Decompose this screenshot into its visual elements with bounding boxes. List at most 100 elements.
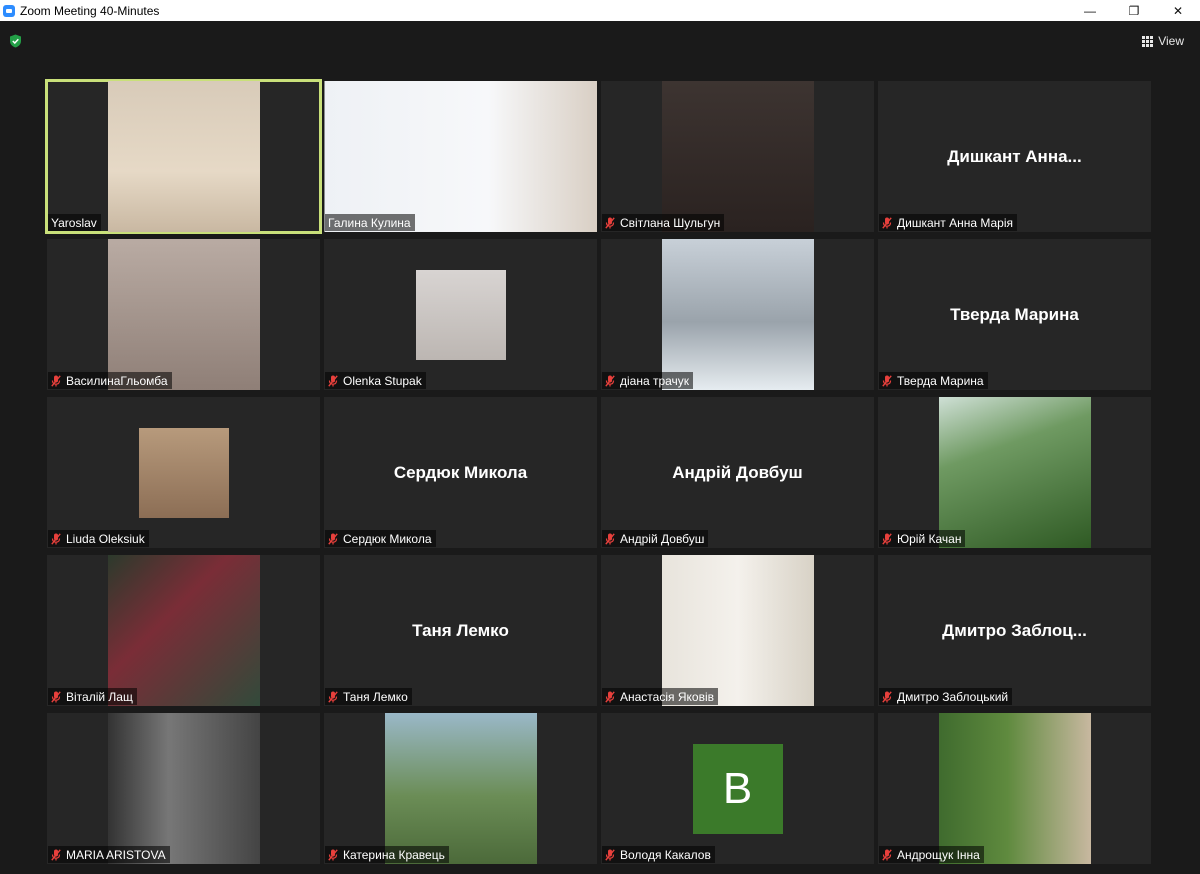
view-button-label: View xyxy=(1158,34,1184,48)
muted-mic-icon xyxy=(605,532,615,545)
participant-tile[interactable]: MARIA ARISTOVA xyxy=(47,713,320,864)
participant-name-label: Тверда Марина xyxy=(879,372,988,389)
participant-video xyxy=(661,81,814,232)
participant-name: Таня Лемко xyxy=(343,689,408,704)
participant-tile[interactable]: Дмитро Заблоц... Дмитро Заблоцький xyxy=(878,555,1151,706)
participant-tile[interactable]: Таня Лемко Таня Лемко xyxy=(324,555,597,706)
participant-name-label: Володя Какалов xyxy=(602,846,715,863)
muted-mic-icon xyxy=(882,216,892,229)
participant-name-label: Віталій Лащ xyxy=(48,688,137,705)
participant-name-label: діана трачук xyxy=(602,372,694,389)
participant-name-label: Андрій Довбуш xyxy=(602,530,709,547)
participant-name-label: MARIA ARISTOVA xyxy=(48,846,170,863)
participant-name-label: Анастасія Яковів xyxy=(602,688,718,705)
muted-mic-icon xyxy=(605,374,615,387)
minimize-button[interactable]: — xyxy=(1068,0,1112,21)
participant-video xyxy=(938,397,1091,548)
gallery-grid: Yaroslav Галина Кулина Світлана Шульгун Диш… xyxy=(45,79,1151,867)
profile-picture xyxy=(415,269,506,360)
participant-name: Дишкант Анна Марія xyxy=(897,215,1014,230)
participant-tile[interactable]: Катерина Кравець xyxy=(324,713,597,864)
close-button[interactable]: ✕ xyxy=(1156,0,1200,21)
avatar: B xyxy=(692,743,783,834)
muted-mic-icon xyxy=(328,690,338,703)
muted-mic-icon xyxy=(51,848,61,861)
participant-display-name: Дмитро Заблоц... xyxy=(942,620,1087,640)
participant-video xyxy=(107,239,260,390)
participant-video xyxy=(107,81,260,232)
participant-name-label: ВасилинаГльомба xyxy=(48,372,172,389)
participant-tile[interactable]: Андрощук Інна xyxy=(878,713,1151,864)
muted-mic-icon xyxy=(882,532,892,545)
muted-mic-icon xyxy=(51,532,61,545)
participant-name: Дмитро Заблоцький xyxy=(897,689,1009,704)
profile-picture xyxy=(138,427,229,518)
meeting-topbar: View xyxy=(0,21,1200,59)
participant-name: Сердюк Микола xyxy=(343,531,432,546)
participant-tile[interactable]: Галина Кулина xyxy=(324,81,597,232)
participant-name-label: Таня Лемко xyxy=(325,688,412,705)
participant-name: MARIA ARISTOVA xyxy=(66,847,166,862)
participant-name: Катерина Кравець xyxy=(343,847,445,862)
participant-video xyxy=(107,713,260,864)
participant-tile[interactable]: Віталій Лащ xyxy=(47,555,320,706)
participant-tile[interactable]: Yaroslav xyxy=(45,79,322,234)
participant-tile[interactable]: Дишкант Анна... Дишкант Анна Марія xyxy=(878,81,1151,232)
participant-tile[interactable]: B Володя Какалов xyxy=(601,713,874,864)
participant-name-label: Сердюк Микола xyxy=(325,530,436,547)
participant-name: Юрій Качан xyxy=(897,531,962,546)
participant-tile[interactable]: Olenka Stupak xyxy=(324,239,597,390)
participant-tile[interactable]: ВасилинаГльомба xyxy=(47,239,320,390)
participant-name: Галина Кулина xyxy=(328,215,411,230)
participant-tile[interactable]: Сердюк Микола Сердюк Микола xyxy=(324,397,597,548)
participant-name: Світлана Шульгун xyxy=(620,215,721,230)
participant-name: Андрощук Інна xyxy=(897,847,980,862)
participant-tile[interactable]: Тверда Марина Тверда Марина xyxy=(878,239,1151,390)
participant-name: Віталій Лащ xyxy=(66,689,133,704)
participant-name-label: Юрій Качан xyxy=(879,530,966,547)
gallery-grid-icon xyxy=(1142,35,1154,47)
participant-display-name: Андрій Довбуш xyxy=(672,462,803,482)
zoom-app-icon xyxy=(3,4,15,17)
participant-name-label: Дишкант Анна Марія xyxy=(879,214,1018,231)
muted-mic-icon xyxy=(328,374,338,387)
participant-name-label: Андрощук Інна xyxy=(879,846,984,863)
muted-mic-icon xyxy=(51,690,61,703)
participant-video xyxy=(661,555,814,706)
participant-name: ВасилинаГльомба xyxy=(66,373,168,388)
participant-display-name: Таня Лемко xyxy=(412,620,509,640)
participant-name: Yaroslav xyxy=(51,215,97,230)
participant-name: Olenka Stupak xyxy=(343,373,422,388)
window-title: Zoom Meeting 40-Minutes xyxy=(20,3,160,18)
participant-name-label: Дмитро Заблоцький xyxy=(879,688,1013,705)
participant-display-name: Дишкант Анна... xyxy=(947,146,1082,166)
muted-mic-icon xyxy=(605,216,615,229)
muted-mic-icon xyxy=(882,374,892,387)
participant-name-label: Галина Кулина xyxy=(325,214,415,231)
participant-name: Володя Какалов xyxy=(620,847,711,862)
participant-display-name: Тверда Марина xyxy=(950,304,1079,324)
participant-tile[interactable]: Світлана Шульгун xyxy=(601,81,874,232)
participant-tile[interactable]: Андрій Довбуш Андрій Довбуш xyxy=(601,397,874,548)
participant-name: діана трачук xyxy=(620,373,690,388)
muted-mic-icon xyxy=(51,374,61,387)
shield-check-icon[interactable] xyxy=(9,34,22,48)
muted-mic-icon xyxy=(605,690,615,703)
participant-name-label: Світлана Шульгун xyxy=(602,214,725,231)
participant-name: Андрій Довбуш xyxy=(620,531,705,546)
muted-mic-icon xyxy=(328,532,338,545)
participant-name: Анастасія Яковів xyxy=(620,689,714,704)
participant-video xyxy=(324,81,597,232)
participant-name-label: Yaroslav xyxy=(48,214,101,231)
muted-mic-icon xyxy=(605,848,615,861)
muted-mic-icon xyxy=(882,848,892,861)
participant-tile[interactable]: Анастасія Яковів xyxy=(601,555,874,706)
participant-tile[interactable]: Юрій Качан xyxy=(878,397,1151,548)
participant-tile[interactable]: діана трачук xyxy=(601,239,874,390)
view-button[interactable]: View xyxy=(1138,31,1188,51)
participant-tile[interactable]: Liuda Oleksiuk xyxy=(47,397,320,548)
window-controls: — ❐ ✕ xyxy=(1068,0,1200,21)
participant-video xyxy=(661,239,814,390)
participant-name-label: Olenka Stupak xyxy=(325,372,426,389)
restore-button[interactable]: ❐ xyxy=(1112,0,1156,21)
